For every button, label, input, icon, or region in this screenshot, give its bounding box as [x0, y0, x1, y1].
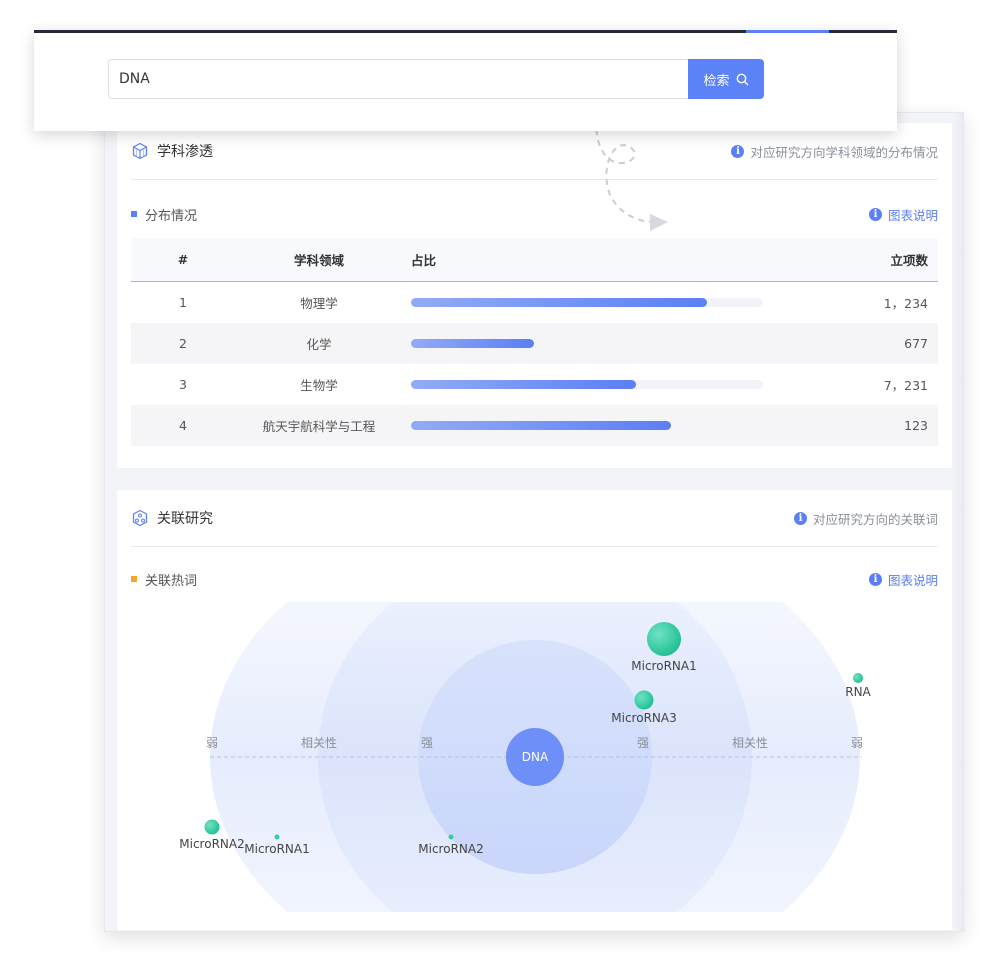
- row-count: 1，234: [883, 296, 928, 311]
- cube-icon: [132, 142, 148, 160]
- ratio-bar-fill: [411, 339, 535, 348]
- keyword-label: MicroRNA2: [179, 837, 244, 851]
- discipline-title: 学科渗透: [157, 144, 213, 160]
- keyword-bubble[interactable]: [634, 690, 654, 710]
- distribution-subtitle: 分布情况: [145, 208, 198, 224]
- table-row: 1 物理学 1，234: [131, 282, 938, 323]
- blue-marker-icon: [131, 211, 137, 217]
- ratio-bar-fill: [411, 421, 672, 430]
- hotword-subtitle: 关联热词: [145, 573, 198, 589]
- keyword-label: MicroRNA1: [244, 842, 309, 856]
- orange-marker-icon: [131, 576, 137, 582]
- chart-explanation-label: 图表说明: [887, 572, 938, 588]
- axis-label-correlation: 相关性: [301, 736, 337, 750]
- table-row: 2 化学 677: [131, 323, 938, 364]
- row-count: 7，231: [883, 378, 928, 393]
- axis-label-correlation: 相关性: [732, 736, 768, 750]
- search-button[interactable]: 检索: [688, 59, 764, 99]
- keyword-bubble[interactable]: [647, 622, 681, 656]
- related-card-header: 关联研究 i 对应研究方向的关联词: [131, 490, 938, 547]
- related-title: 关联研究: [157, 511, 213, 527]
- row-index: 4: [179, 418, 187, 433]
- related-hint-text: 对应研究方向的关联词: [812, 511, 938, 527]
- row-count: 123: [904, 418, 928, 433]
- keyword-bubble[interactable]: [448, 834, 454, 840]
- row-count: 677: [904, 336, 928, 351]
- column-header-ratio: 占比: [411, 253, 437, 268]
- column-header-count: 立项数: [890, 253, 928, 268]
- keyword-bubble[interactable]: [853, 673, 863, 683]
- hotword-subheader: 关联热词 i 图表说明: [131, 569, 938, 589]
- ratio-bar: [411, 339, 763, 348]
- info-icon: i: [868, 207, 882, 221]
- related-card: 关联研究 i 对应研究方向的关联词 关联热词 i 图表说明 弱 相关性 强 强 …: [117, 490, 952, 930]
- row-field: 航天宇航科学与工程: [262, 419, 376, 434]
- chart-explanation-link[interactable]: i 图表说明: [868, 205, 938, 224]
- table-header: # 学科领域 占比 立项数: [131, 238, 938, 282]
- axis-label-weak: 弱: [851, 736, 863, 750]
- search-window: DNA 检索: [34, 30, 897, 131]
- keyword-bubble-chart: 弱 相关性 强 强 相关性 弱 DNA MicroRNA1 MicroRNA3 …: [179, 602, 872, 912]
- row-field: 生物学: [300, 378, 338, 393]
- chart-explanation-label: 图表说明: [887, 207, 938, 223]
- active-tab-indicator: [746, 30, 829, 33]
- network-icon: [132, 509, 148, 527]
- keyword-bubble[interactable]: [274, 834, 280, 840]
- center-keyword-label: DNA: [522, 750, 549, 764]
- discipline-card: 学科渗透 i 对应研究方向学科领域的分布情况 分布情况 i 图表说明 # 学科领…: [117, 123, 952, 468]
- keyword-label: MicroRNA2: [418, 842, 483, 856]
- ratio-bar-fill: [411, 380, 637, 389]
- keyword-label: RNA: [845, 685, 871, 699]
- table-row: 4 航天宇航科学与工程 123: [131, 405, 938, 446]
- keyword-label: MicroRNA1: [631, 659, 696, 673]
- keyword-bubble[interactable]: [204, 819, 220, 835]
- discipline-table: # 学科领域 占比 立项数 1 物理学 1，234 2 化学 677 3 生物学…: [131, 238, 938, 446]
- ratio-bar: [411, 421, 763, 430]
- search-button-label: 检索: [703, 73, 730, 89]
- row-index: 2: [179, 336, 187, 351]
- ratio-bar-fill: [411, 298, 707, 307]
- axis-label-strong: 强: [637, 736, 649, 750]
- ratio-bar: [411, 298, 763, 307]
- row-field: 物理学: [300, 296, 338, 311]
- info-icon: i: [731, 144, 745, 158]
- info-icon: i: [868, 572, 882, 586]
- ratio-bar: [411, 380, 763, 389]
- discipline-hint-text: 对应研究方向学科领域的分布情况: [750, 144, 938, 160]
- discipline-card-header: 学科渗透 i 对应研究方向学科领域的分布情况: [131, 123, 938, 180]
- info-icon: i: [793, 511, 807, 525]
- column-header-index: #: [177, 252, 189, 267]
- row-index: 3: [179, 377, 187, 392]
- row-index: 1: [179, 295, 187, 310]
- related-hint: i 对应研究方向的关联词: [793, 509, 938, 528]
- keyword-label: MicroRNA3: [611, 711, 676, 725]
- row-field: 化学: [306, 337, 332, 352]
- axis-label-weak: 弱: [206, 736, 218, 750]
- column-header-field: 学科领域: [293, 253, 344, 268]
- axis-label-strong: 强: [421, 736, 433, 750]
- search-icon: [736, 73, 748, 85]
- table-row: 3 生物学 7，231: [131, 364, 938, 405]
- distribution-subheader: 分布情况 i 图表说明: [131, 204, 938, 224]
- chart-explanation-link[interactable]: i 图表说明: [868, 570, 938, 589]
- discipline-hint: i 对应研究方向学科领域的分布情况: [731, 142, 938, 161]
- search-input[interactable]: DNA: [108, 59, 688, 99]
